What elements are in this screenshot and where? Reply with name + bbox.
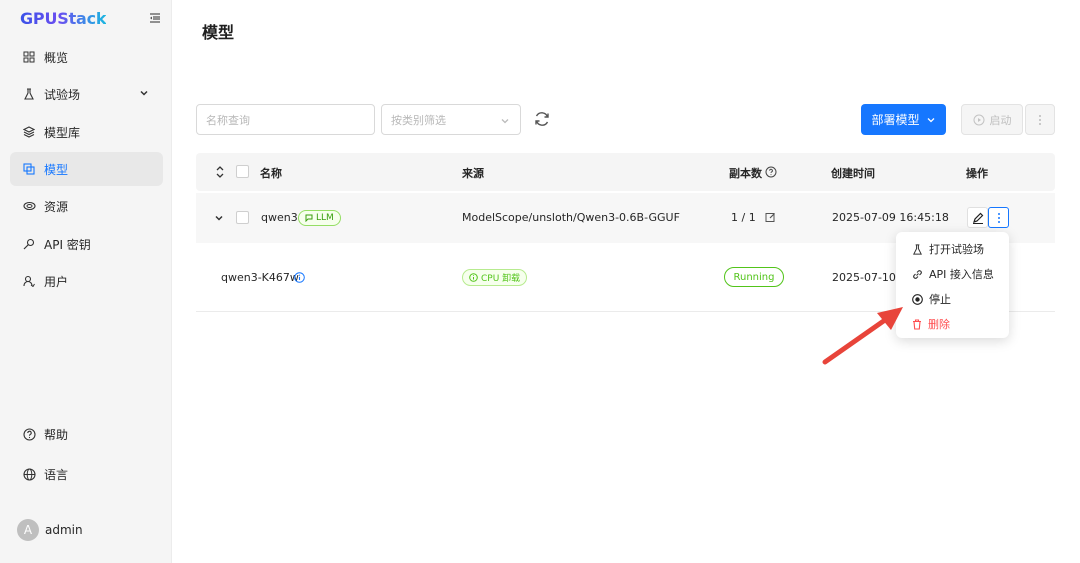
chevron-down-icon[interactable] xyxy=(214,213,224,223)
menu-item-stop[interactable]: 停止 xyxy=(912,291,951,307)
dashboard-icon xyxy=(22,50,36,64)
sidebar-item-users[interactable]: 用户 xyxy=(10,264,163,298)
sidebar-item-label: 模型库 xyxy=(44,125,81,140)
sidebar-item-playground[interactable]: 试验场 xyxy=(10,77,163,111)
menu-item-api-info[interactable]: API 接入信息 xyxy=(912,266,994,282)
sidebar-item-label: 用户 xyxy=(44,274,69,289)
sidebar-item-label: 概览 xyxy=(44,50,69,65)
table-header: 名称 来源 副本数 创建时间 操作 xyxy=(196,153,1055,191)
name-search-input[interactable]: 名称查询 xyxy=(196,104,375,135)
menu-item-open-playground[interactable]: 打开试验场 xyxy=(912,241,984,257)
model-source: ModelScope/unsloth/Qwen3-0.6B-GGUF xyxy=(462,211,680,224)
sidebar-item-label: 试验场 xyxy=(44,87,81,102)
edit-button[interactable] xyxy=(967,207,988,228)
sidebar: GPUStack 概览 试验场 模型库 模型 资源 API 密钥 用户 帮助 语… xyxy=(0,0,172,563)
language-switch[interactable]: 语言 xyxy=(10,457,163,491)
stop-icon xyxy=(912,293,923,305)
more-vertical-icon xyxy=(1039,114,1041,125)
cloud-icon xyxy=(22,199,36,213)
sidebar-item-label: 模型 xyxy=(44,162,69,177)
help-link[interactable]: 帮助 xyxy=(10,417,163,451)
help-icon xyxy=(22,427,36,441)
llm-tag: LLM xyxy=(298,210,341,226)
key-icon xyxy=(22,237,36,251)
cpu-offload-tag: CPU 卸载 xyxy=(462,269,528,286)
sidebar-item-model-catalog[interactable]: 模型库 xyxy=(10,115,163,149)
refresh-icon[interactable] xyxy=(533,110,551,128)
start-button[interactable]: 启动 xyxy=(961,104,1023,135)
model-name[interactable]: qwen3 xyxy=(261,211,298,224)
chevron-down-icon[interactable] xyxy=(139,88,149,98)
flask-icon xyxy=(913,243,922,255)
model-replicas: 1 / 1 xyxy=(731,211,756,224)
header-created[interactable]: 创建时间 xyxy=(831,165,875,181)
header-replicas: 副本数 xyxy=(729,167,762,180)
instance-name: qwen3-K467w xyxy=(221,271,299,284)
row-actions-dropdown: 打开试验场 API 接入信息 停止 删除 xyxy=(896,232,1009,338)
sidebar-item-label: 资源 xyxy=(44,199,69,214)
flask-icon xyxy=(22,87,36,101)
expand-all-icon[interactable] xyxy=(215,166,225,178)
select-all-checkbox[interactable] xyxy=(236,165,249,178)
username[interactable]: admin xyxy=(45,523,83,537)
info-icon xyxy=(469,273,478,282)
trash-icon xyxy=(913,318,921,330)
more-vertical-icon xyxy=(997,212,1000,223)
sidebar-item-label: API 密钥 xyxy=(44,237,91,252)
model-created-time: 2025-07-09 16:45:18 xyxy=(832,211,949,224)
row-more-button[interactable] xyxy=(988,207,1009,228)
chevron-down-icon xyxy=(927,117,934,122)
more-actions-button[interactable] xyxy=(1025,104,1055,135)
sidebar-item-resources[interactable]: 资源 xyxy=(10,189,163,223)
annotation-arrow-icon xyxy=(822,307,903,365)
model-icon xyxy=(22,162,36,176)
header-source: 来源 xyxy=(462,167,484,180)
avatar[interactable]: A xyxy=(17,519,39,541)
row-checkbox[interactable] xyxy=(236,211,249,224)
header-actions: 操作 xyxy=(966,167,988,180)
menu-item-delete[interactable]: 删除 xyxy=(912,316,950,332)
pencil-icon xyxy=(972,212,983,224)
menu-item-label: 删除 xyxy=(928,318,950,331)
sidebar-item-api-keys[interactable]: API 密钥 xyxy=(10,227,163,261)
language-label: 语言 xyxy=(44,467,69,482)
menu-item-label: API 接入信息 xyxy=(929,268,994,281)
sidebar-item-overview[interactable]: 概览 xyxy=(10,40,163,74)
header-name[interactable]: 名称 xyxy=(260,165,282,181)
help-label: 帮助 xyxy=(44,427,69,442)
chevron-down-icon xyxy=(501,119,509,124)
cpu-offload-label: CPU 卸载 xyxy=(481,274,521,284)
users-icon xyxy=(22,274,36,288)
collapse-menu-icon[interactable] xyxy=(149,12,161,24)
link-icon xyxy=(913,269,922,279)
category-filter-placeholder: 按类别筛选 xyxy=(391,113,446,127)
menu-item-label: 打开试验场 xyxy=(929,243,984,256)
globe-icon xyxy=(22,467,36,481)
info-icon[interactable] xyxy=(294,272,305,283)
category-filter-select[interactable]: 按类别筛选 xyxy=(381,104,521,135)
start-label: 启动 xyxy=(989,113,1012,127)
play-icon xyxy=(973,114,984,125)
menu-item-label: 停止 xyxy=(929,293,951,306)
deploy-model-button[interactable]: 部署模型 xyxy=(861,104,946,135)
deploy-model-label: 部署模型 xyxy=(871,113,920,127)
status-badge: Running xyxy=(724,267,784,287)
page-title: 模型 xyxy=(202,23,235,42)
chat-icon xyxy=(305,214,313,222)
llm-tag-label: LLM xyxy=(316,213,334,223)
app-logo[interactable]: GPUStack xyxy=(20,9,107,28)
layers-icon xyxy=(22,125,36,139)
edit-replicas-icon[interactable] xyxy=(765,212,776,223)
help-icon[interactable] xyxy=(765,166,777,178)
sidebar-item-models[interactable]: 模型 xyxy=(10,152,163,186)
